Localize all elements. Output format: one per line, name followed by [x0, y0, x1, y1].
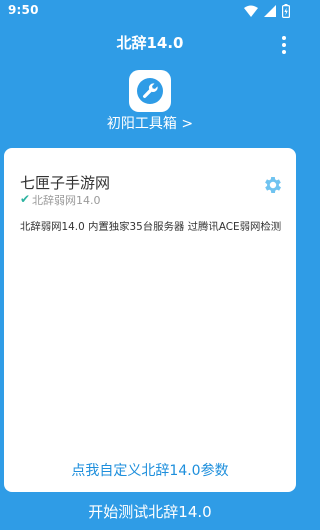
page-title: 北辞14.0: [116, 34, 184, 52]
gear-icon[interactable]: [262, 174, 284, 200]
start-test-button[interactable]: 开始测试北辞14.0: [0, 492, 300, 530]
app-name: 七匣子手游网: [20, 174, 111, 192]
signal-icon: [264, 5, 276, 20]
wrench-icon[interactable]: [129, 70, 171, 112]
app-bar: 北辞14.0: [0, 22, 300, 62]
wifi-icon: [244, 5, 258, 20]
custom-params-link[interactable]: 点我自定义北辞14.0参数: [4, 460, 296, 480]
app-subtitle: 北辞弱网14.0: [32, 194, 101, 207]
status-icons: [244, 4, 291, 21]
status-time: 9:50: [8, 3, 39, 17]
more-vert-icon[interactable]: [282, 36, 286, 54]
app-description: 北辞弱网14.0 内置独家35台服务器 过腾讯ACE弱网检测: [20, 221, 282, 233]
toolbox-link[interactable]: 初阳工具箱 >: [0, 113, 300, 133]
status-bar: 9:50: [0, 0, 300, 22]
battery-icon: [282, 4, 291, 21]
check-icon: ✔: [20, 192, 31, 206]
app-card: 七匣子手游网 ✔ 北辞弱网14.0 北辞弱网14.0 内置独家35台服务器 过腾…: [4, 148, 296, 492]
